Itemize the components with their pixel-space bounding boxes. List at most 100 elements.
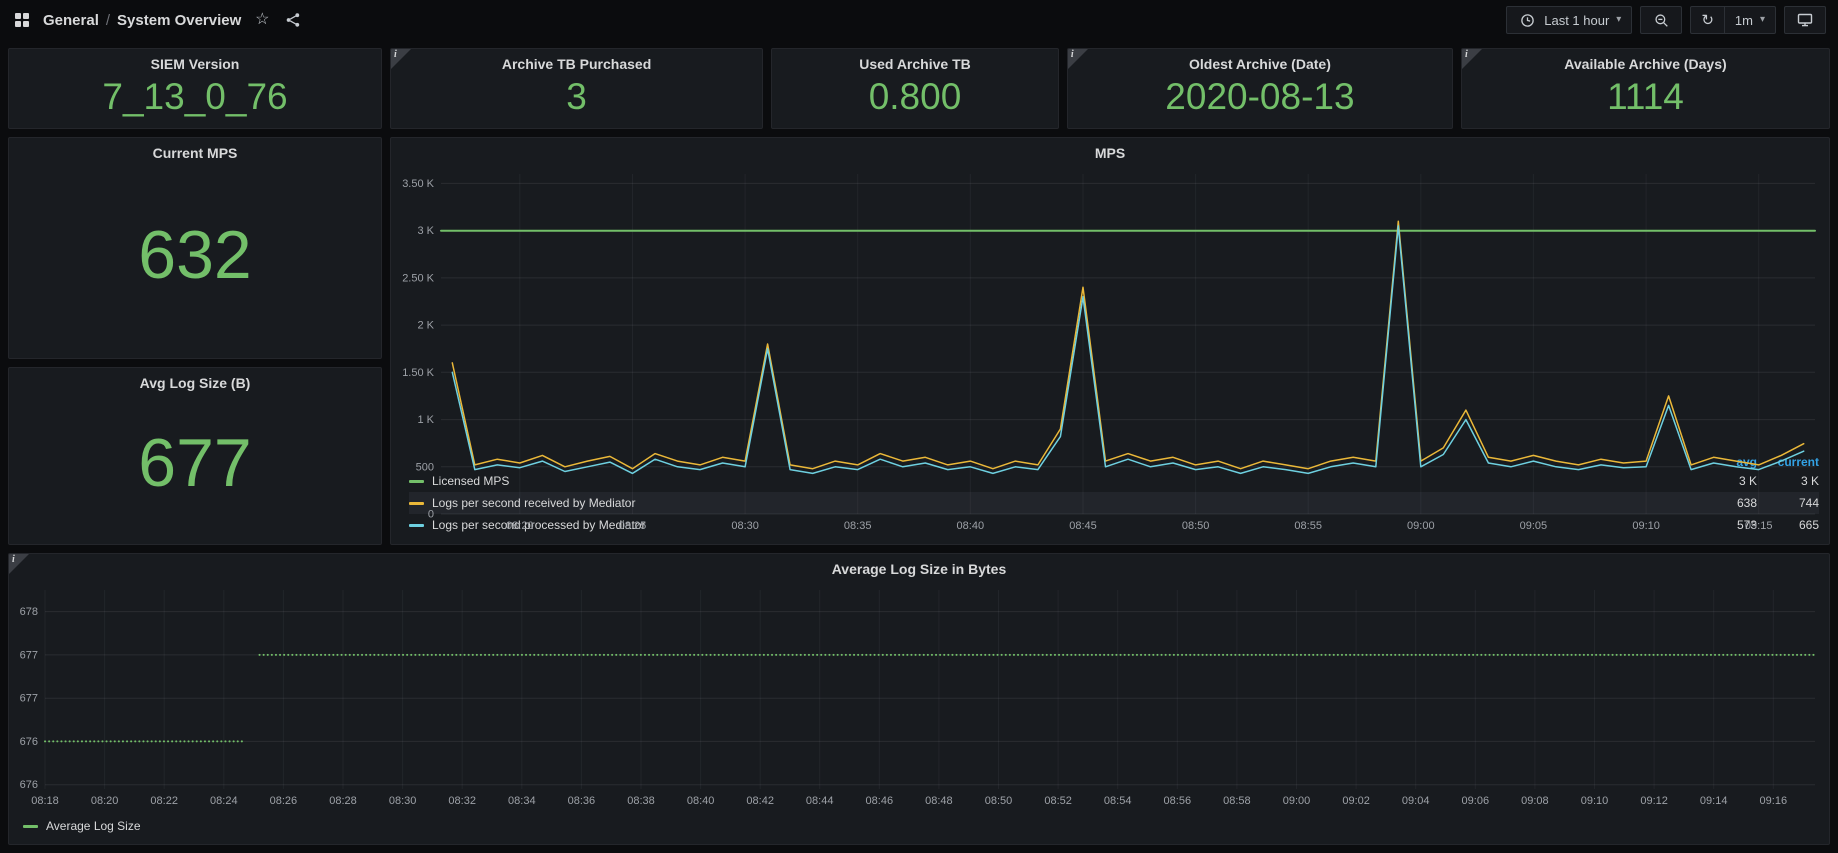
svg-text:08:58: 08:58 — [1223, 795, 1251, 807]
svg-text:09:16: 09:16 — [1760, 795, 1788, 807]
panel-info-icon[interactable]: i — [391, 49, 411, 69]
svg-text:09:10: 09:10 — [1632, 520, 1660, 532]
svg-text:08:40: 08:40 — [687, 795, 715, 807]
svg-text:08:52: 08:52 — [1044, 795, 1072, 807]
panel-info-icon[interactable]: i — [1068, 49, 1088, 69]
svg-text:09:12: 09:12 — [1640, 795, 1668, 807]
panel-title[interactable]: SIEM Version — [151, 56, 240, 72]
svg-text:08:44: 08:44 — [806, 795, 834, 807]
mps-chart[interactable]: 05001 K1.50 K2 K2.50 K3 K3.50 K08:2008:2… — [391, 164, 1829, 453]
svg-text:677: 677 — [20, 693, 38, 705]
svg-text:09:00: 09:00 — [1407, 520, 1435, 532]
panel-title[interactable]: Current MPS — [153, 145, 238, 161]
bottom-row: i Average Log Size in Bytes 676 676 677 677… — [8, 553, 1830, 845]
zoom-out-icon — [1651, 10, 1671, 30]
legend-row[interactable]: Average Log Size — [23, 816, 1819, 836]
navbar-left: General / System Overview ☆ — [12, 10, 303, 30]
svg-text:08:24: 08:24 — [210, 795, 238, 807]
stat-row: SIEM Version 7_13_0_76 i Archive TB Purc… — [8, 48, 1830, 129]
svg-text:08:30: 08:30 — [389, 795, 417, 807]
panel-title[interactable]: Archive TB Purchased — [502, 56, 651, 72]
series-color-swatch — [23, 825, 38, 828]
apps-grid-icon[interactable] — [12, 10, 32, 30]
svg-text:08:26: 08:26 — [270, 795, 298, 807]
breadcrumb-title[interactable]: System Overview — [117, 12, 241, 29]
stat-value: 3 — [566, 72, 587, 128]
refresh-interval-picker[interactable]: 1m ▾ — [1724, 6, 1776, 34]
middle-row: Current MPS 632 Avg Log Size (B) 677 MPS… — [8, 137, 1830, 545]
svg-text:2.50 K: 2.50 K — [402, 272, 434, 284]
svg-text:08:55: 08:55 — [1294, 520, 1322, 532]
chevron-down-icon: ▾ — [1616, 15, 1621, 25]
svg-text:08:20: 08:20 — [91, 795, 119, 807]
zoom-out-button[interactable] — [1640, 6, 1682, 34]
refresh-interval-label: 1m — [1735, 13, 1753, 28]
stat-value: 0.800 — [869, 72, 962, 128]
svg-text:3 K: 3 K — [417, 225, 434, 237]
time-range-label: Last 1 hour — [1544, 13, 1609, 28]
svg-text:08:45: 08:45 — [1069, 520, 1097, 532]
svg-text:08:50: 08:50 — [1182, 520, 1210, 532]
svg-text:09:02: 09:02 — [1342, 795, 1370, 807]
svg-text:678: 678 — [20, 606, 38, 618]
mps-chart-panel: MPS 05001 K1.50 K2 K2.50 K3 K3.50 K08:20… — [390, 137, 1830, 545]
svg-text:1 K: 1 K — [417, 414, 434, 426]
svg-text:3.50 K: 3.50 K — [402, 178, 434, 190]
svg-text:08:34: 08:34 — [508, 795, 536, 807]
svg-text:09:14: 09:14 — [1700, 795, 1728, 807]
monitor-icon — [1795, 10, 1815, 30]
stat-value: 632 — [138, 161, 251, 358]
star-icon[interactable]: ☆ — [252, 10, 272, 30]
avg-log-size-legend: Average Log Size — [9, 816, 1829, 844]
panel-title[interactable]: Used Archive TB — [859, 56, 971, 72]
panel-title[interactable]: Oldest Archive (Date) — [1189, 56, 1331, 72]
stat-value: 1114 — [1607, 72, 1684, 128]
panel-title[interactable]: Avg Log Size (B) — [140, 375, 251, 391]
svg-text:08:35: 08:35 — [844, 520, 872, 532]
refresh-icon: ↻ — [1701, 13, 1714, 28]
dashboard-grid: SIEM Version 7_13_0_76 i Archive TB Purc… — [0, 40, 1838, 853]
oldest-archive-panel: i Oldest Archive (Date) 2020-08-13 — [1067, 48, 1453, 129]
cycle-view-button[interactable] — [1784, 6, 1826, 34]
current-mps-panel: Current MPS 632 — [8, 137, 382, 359]
avg-log-size-stat-panel: Avg Log Size (B) 677 — [8, 367, 382, 545]
panel-title[interactable]: MPS — [391, 138, 1829, 164]
avg-log-size-chart[interactable]: 676 676 677 677 678 08:18 08:20 08:22 08:24 08:26… — [9, 580, 1829, 816]
svg-text:08:42: 08:42 — [746, 795, 774, 807]
svg-text:08:20: 08:20 — [506, 520, 534, 532]
avg-log-size-chart-panel: i Average Log Size in Bytes 676 676 677 677… — [8, 553, 1830, 845]
svg-text:08:22: 08:22 — [150, 795, 178, 807]
refresh-button[interactable]: ↻ — [1690, 6, 1725, 34]
svg-text:08:48: 08:48 — [925, 795, 953, 807]
panel-title[interactable]: Available Archive (Days) — [1564, 56, 1726, 72]
panel-info-icon[interactable]: i — [9, 554, 29, 574]
svg-text:2 K: 2 K — [417, 320, 434, 332]
svg-text:08:28: 08:28 — [329, 795, 357, 807]
svg-text:08:25: 08:25 — [619, 520, 647, 532]
svg-text:677: 677 — [20, 649, 38, 661]
svg-text:0: 0 — [428, 509, 434, 521]
svg-text:09:00: 09:00 — [1283, 795, 1311, 807]
share-icon[interactable] — [283, 10, 303, 30]
breadcrumb-separator: / — [106, 12, 110, 29]
chevron-down-icon: ▾ — [1760, 15, 1765, 25]
svg-text:676: 676 — [20, 779, 38, 791]
panel-title[interactable]: Average Log Size in Bytes — [9, 554, 1829, 580]
svg-text:676: 676 — [20, 736, 38, 748]
svg-text:08:36: 08:36 — [568, 795, 596, 807]
clock-icon — [1517, 10, 1537, 30]
time-range-picker[interactable]: Last 1 hour ▾ — [1506, 6, 1632, 34]
svg-text:08:50: 08:50 — [985, 795, 1013, 807]
svg-text:1.50 K: 1.50 K — [402, 367, 434, 379]
stat-value: 677 — [138, 391, 251, 544]
siem-version-panel: SIEM Version 7_13_0_76 — [8, 48, 382, 129]
svg-text:09:10: 09:10 — [1581, 795, 1609, 807]
panel-info-icon[interactable]: i — [1462, 49, 1482, 69]
breadcrumb: General / System Overview — [43, 12, 241, 29]
grafana-dashboard: General / System Overview ☆ Last 1 hour — [0, 0, 1838, 853]
svg-text:08:56: 08:56 — [1164, 795, 1192, 807]
svg-text:08:18: 08:18 — [31, 795, 59, 807]
used-archive-tb-panel: Used Archive TB 0.800 — [771, 48, 1059, 129]
navbar-right: Last 1 hour ▾ ↻ 1m ▾ — [1506, 6, 1826, 34]
breadcrumb-section[interactable]: General — [43, 12, 99, 29]
